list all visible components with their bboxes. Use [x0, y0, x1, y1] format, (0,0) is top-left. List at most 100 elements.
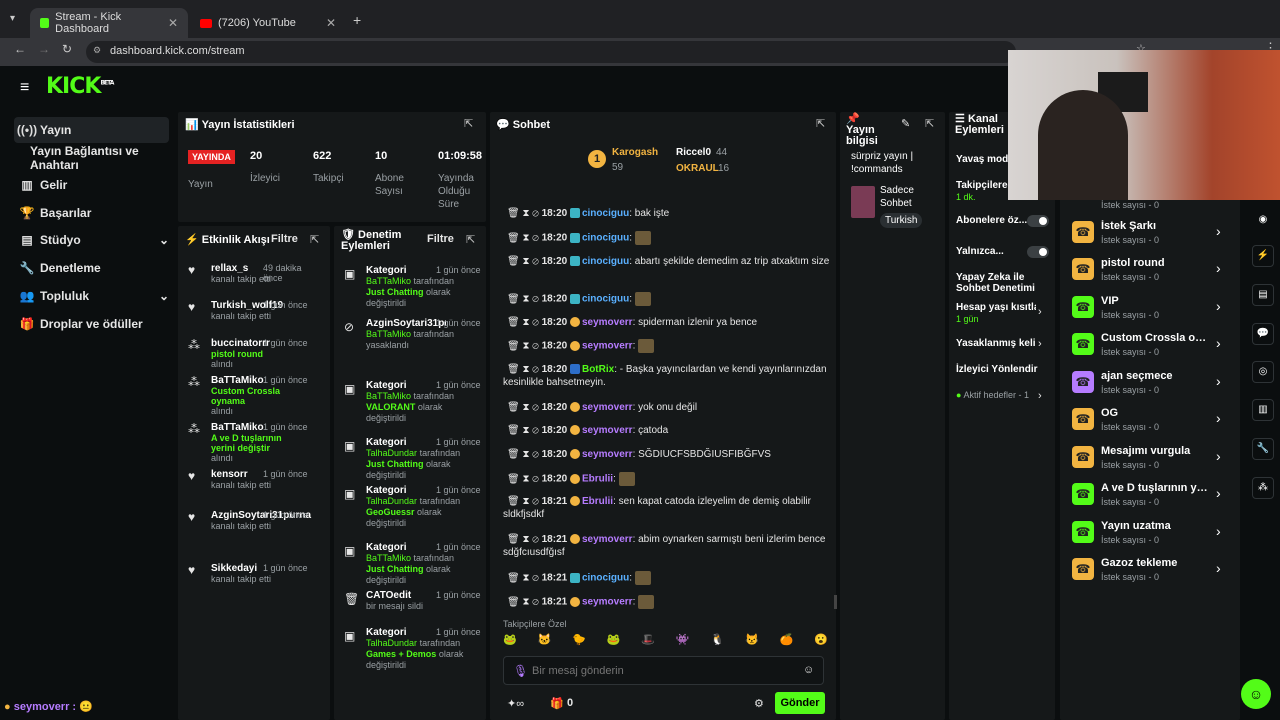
ban-icon[interactable]: ⊘ — [532, 256, 539, 267]
close-icon[interactable]: ✕ — [326, 16, 336, 30]
delete-message-icon[interactable]: 🗑 — [507, 425, 520, 436]
tab-youtube[interactable]: (7206) YouTube ✕ — [190, 8, 346, 38]
url-input[interactable]: dashboard.kick.com/stream — [86, 41, 1016, 63]
chat-message-input[interactable] — [532, 662, 792, 680]
sidebar-item-denetleme[interactable]: 🔧 Denetleme — [14, 255, 169, 281]
chevron-right-icon[interactable]: › — [1216, 410, 1221, 426]
timeout-icon[interactable]: ⧗ — [522, 233, 529, 244]
delete-message-icon[interactable]: 🗑 — [507, 573, 520, 584]
emote-icon[interactable]: 🐸 — [607, 633, 621, 651]
ban-icon[interactable]: ⊘ — [532, 341, 539, 352]
timeout-icon[interactable]: ⧗ — [522, 496, 529, 507]
tab-kick-dashboard[interactable]: Stream - Kick Dashboard ✕ — [30, 8, 188, 38]
chat-scrollbar[interactable] — [834, 595, 837, 609]
timeout-icon[interactable]: ⧗ — [522, 474, 529, 485]
moderator-name[interactable]: TalhaDundar — [366, 638, 417, 648]
chat-message[interactable]: 🗑 ⧗ ⊘ 18:20 BotRix: - Başka yayıncılarda… — [503, 363, 833, 389]
raid-label[interactable]: İzleyici Yönlendir — [956, 364, 1038, 375]
ban-icon[interactable]: ⊘ — [532, 573, 539, 584]
moderator-name[interactable]: TalhaDundar — [366, 496, 417, 506]
chat-username[interactable]: Ebrulii — [582, 496, 613, 507]
timeout-icon[interactable]: ⧗ — [522, 573, 529, 584]
delete-message-icon[interactable]: 🗑 — [507, 496, 520, 507]
edit-icon[interactable]: ✎ — [901, 117, 910, 130]
delete-message-icon[interactable]: 🗑 — [507, 317, 520, 328]
chevron-right-icon[interactable]: › — [1038, 338, 1042, 350]
chevron-right-icon[interactable]: › — [1216, 335, 1221, 351]
chat-message[interactable]: 🗑 ⧗ ⊘ 18:20 cinociguu: abartı şekilde de… — [503, 255, 833, 268]
chevron-right-icon[interactable]: › — [1216, 298, 1221, 314]
ban-icon[interactable]: ⊘ — [532, 425, 539, 436]
chevron-right-icon[interactable]: › — [1038, 390, 1042, 402]
chevron-right-icon[interactable]: › — [1038, 306, 1042, 318]
close-icon[interactable]: ✕ — [168, 16, 178, 30]
chevron-right-icon[interactable]: › — [1216, 523, 1221, 539]
chat-username[interactable]: cinociguu — [582, 233, 629, 244]
emotes-only-toggle[interactable] — [1027, 246, 1049, 258]
sidebar-item-gelir[interactable]: ▥ Gelir — [14, 172, 169, 198]
moderator-name[interactable]: BaTTaMiko — [366, 391, 411, 401]
chat-message[interactable]: 🗑 ⧗ ⊘ 18:20 cinociguu: — [503, 231, 833, 245]
delete-message-icon[interactable]: 🗑 — [507, 256, 520, 267]
forward-icon[interactable]: → — [38, 42, 50, 56]
popout-icon[interactable]: ⇱ — [466, 233, 475, 246]
ban-icon[interactable]: ⊘ — [532, 233, 539, 244]
site-info-icon[interactable]: ⚙ — [93, 45, 101, 56]
document-icon[interactable]: ▤ — [1252, 284, 1274, 306]
chat-username[interactable]: seymoverr — [582, 317, 633, 328]
delete-message-icon[interactable]: 🗑 — [507, 449, 520, 460]
reward-item[interactable]: ☎ VIP İstek sayısı - 0 › — [1070, 290, 1230, 326]
chat-username[interactable]: cinociguu — [582, 256, 629, 267]
emote-icon[interactable]: 🎩 — [641, 633, 655, 651]
emote-icon[interactable]: 🐱 — [538, 633, 552, 651]
chat-message[interactable]: 🗑 ⧗ ⊘ 18:20 cinociguu: — [503, 292, 833, 306]
sidebar-item-studyo[interactable]: ▤ Stüdyo ⌄ — [14, 227, 169, 253]
chat-username[interactable]: Ebrulii — [582, 474, 613, 485]
microphone-icon[interactable]: 🎙 — [513, 664, 528, 678]
sidebar-item-basarilar[interactable]: 🏆 Başarılar — [14, 200, 169, 226]
send-button[interactable]: Gönder — [775, 692, 825, 714]
chat-message[interactable]: 🗑 ⧗ ⊘ 18:20 Ebrulii: — [503, 472, 833, 486]
delete-message-icon[interactable]: 🗑 — [507, 294, 520, 305]
timeout-icon[interactable]: ⧗ — [522, 534, 529, 545]
chat-username[interactable]: cinociguu — [582, 208, 629, 219]
emote-icon[interactable]: 😮 — [814, 633, 828, 651]
banned-words-label[interactable]: Yasaklanmış keli — [956, 338, 1036, 349]
moderator-name[interactable]: BaTTaMiko — [366, 329, 411, 339]
new-tab-icon[interactable]: + — [353, 12, 361, 28]
popout-icon[interactable]: ⇱ — [925, 117, 934, 130]
chat-username[interactable]: cinociguu — [582, 294, 629, 305]
reward-item[interactable]: ☎ İstek Şarkı İstek sayısı - 0 › — [1070, 215, 1230, 251]
popout-icon[interactable]: ⇱ — [464, 117, 473, 130]
ban-icon[interactable]: ⊘ — [532, 474, 539, 485]
chevron-right-icon[interactable]: › — [1216, 448, 1221, 464]
delete-message-icon[interactable]: 🗑 — [507, 208, 520, 219]
chat-username[interactable]: BotRix — [582, 364, 614, 375]
chevron-right-icon[interactable]: › — [1216, 373, 1221, 389]
emote-icon[interactable]: 🍊 — [780, 633, 794, 651]
emote-icon[interactable]: 👾 — [676, 633, 690, 651]
reward-item[interactable]: ☎ ajan seçmece İstek sayısı - 0 › — [1070, 365, 1230, 401]
ban-icon[interactable]: ⊘ — [532, 534, 539, 545]
chat-message[interactable]: 🗑 ⧗ ⊘ 18:21 seymoverr: — [503, 595, 833, 609]
chat-message[interactable]: 🗑 ⧗ ⊘ 18:20 seymoverr: yok onu değil — [503, 401, 833, 414]
chevron-right-icon[interactable]: › — [1216, 260, 1221, 276]
reward-item[interactable]: ☎ Yayın uzatma İstek sayısı - 0 › — [1070, 515, 1230, 551]
chevron-right-icon[interactable]: › — [1216, 560, 1221, 576]
emote-icon[interactable]: 🐤 — [572, 633, 586, 651]
delete-message-icon[interactable]: 🗑 — [507, 233, 520, 244]
ban-icon[interactable]: ⊘ — [532, 317, 539, 328]
sidebar-item-droplar[interactable]: 🎁 Droplar ve ödüller — [14, 311, 169, 337]
timeout-icon[interactable]: ⧗ — [522, 208, 529, 219]
wrench-icon[interactable]: 🔧 — [1252, 438, 1274, 460]
hamburger-menu-icon[interactable]: ≡ — [20, 79, 29, 97]
back-icon[interactable]: ← — [14, 42, 26, 56]
sidebar-item-topluluk[interactable]: 👥 Topluluk ⌄ — [14, 283, 169, 309]
emote-icon[interactable]: 😾 — [745, 633, 759, 651]
chat-message[interactable]: 🗑 ⧗ ⊘ 18:20 seymoverr: spiderman izlenir… — [503, 316, 833, 329]
timeout-icon[interactable]: ⧗ — [522, 294, 529, 305]
emoji-icon[interactable]: ☺ — [803, 664, 814, 676]
chevron-right-icon[interactable]: › — [1216, 485, 1221, 501]
ban-icon[interactable]: ⊘ — [532, 208, 539, 219]
moderator-name[interactable]: BaTTaMiko — [366, 276, 411, 286]
